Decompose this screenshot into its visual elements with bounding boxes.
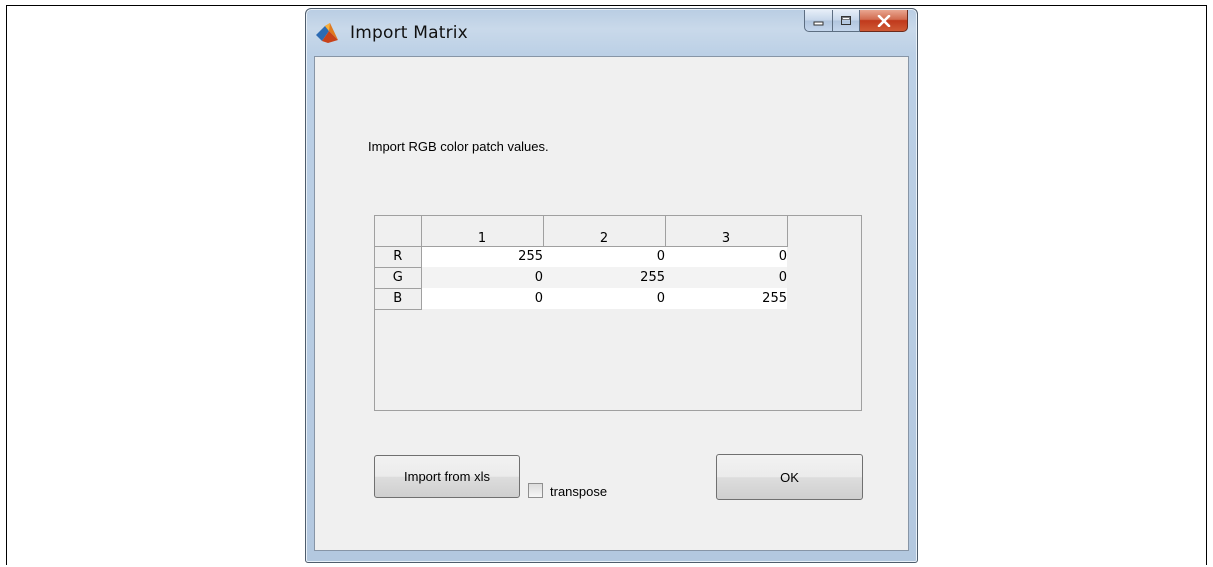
table-cell[interactable]: 0 — [421, 267, 543, 288]
maximize-icon — [841, 16, 851, 25]
table-row: R 255 0 0 — [375, 246, 787, 268]
table-cell[interactable]: 0 — [543, 288, 665, 309]
table-cell[interactable]: 255 — [543, 267, 665, 288]
close-icon — [877, 14, 890, 27]
maximize-button[interactable] — [833, 10, 860, 32]
dialog-client-area: Import RGB color patch values. 1 2 3 R 2… — [314, 56, 909, 551]
table-cell[interactable]: 255 — [665, 288, 787, 309]
column-header-3[interactable]: 3 — [665, 216, 788, 247]
caption-buttons — [804, 10, 908, 34]
table-corner — [375, 216, 422, 247]
ok-button[interactable]: OK — [716, 454, 863, 500]
table-cell[interactable]: 0 — [421, 288, 543, 309]
row-header-b[interactable]: B — [375, 288, 422, 310]
column-header-2[interactable]: 2 — [543, 216, 666, 247]
table-cell[interactable]: 255 — [421, 246, 543, 267]
import-matrix-window: Import Matrix Import RGB color patch val… — [305, 8, 918, 563]
row-header-g[interactable]: G — [375, 267, 422, 289]
table-cell[interactable]: 0 — [665, 267, 787, 288]
instructions-text: Import RGB color patch values. — [368, 139, 549, 154]
close-button[interactable] — [860, 10, 908, 32]
row-header-r[interactable]: R — [375, 246, 422, 268]
import-from-xls-button[interactable]: Import from xls — [374, 455, 520, 498]
matrix-table[interactable]: 1 2 3 R 255 0 0 G 0 255 0 B 0 0 255 — [374, 215, 862, 411]
matlab-logo-icon — [316, 23, 338, 43]
table-cell[interactable]: 0 — [665, 246, 787, 267]
table-row: G 0 255 0 — [375, 267, 787, 289]
minimize-icon — [813, 21, 823, 25]
title-bar[interactable]: Import Matrix — [306, 9, 917, 49]
transpose-label[interactable]: transpose — [550, 484, 607, 499]
minimize-button[interactable] — [804, 10, 833, 32]
table-row: B 0 0 255 — [375, 288, 787, 310]
transpose-checkbox[interactable] — [528, 483, 543, 498]
column-header-1[interactable]: 1 — [421, 216, 544, 247]
table-cell[interactable]: 0 — [543, 246, 665, 267]
window-title: Import Matrix — [350, 23, 468, 43]
